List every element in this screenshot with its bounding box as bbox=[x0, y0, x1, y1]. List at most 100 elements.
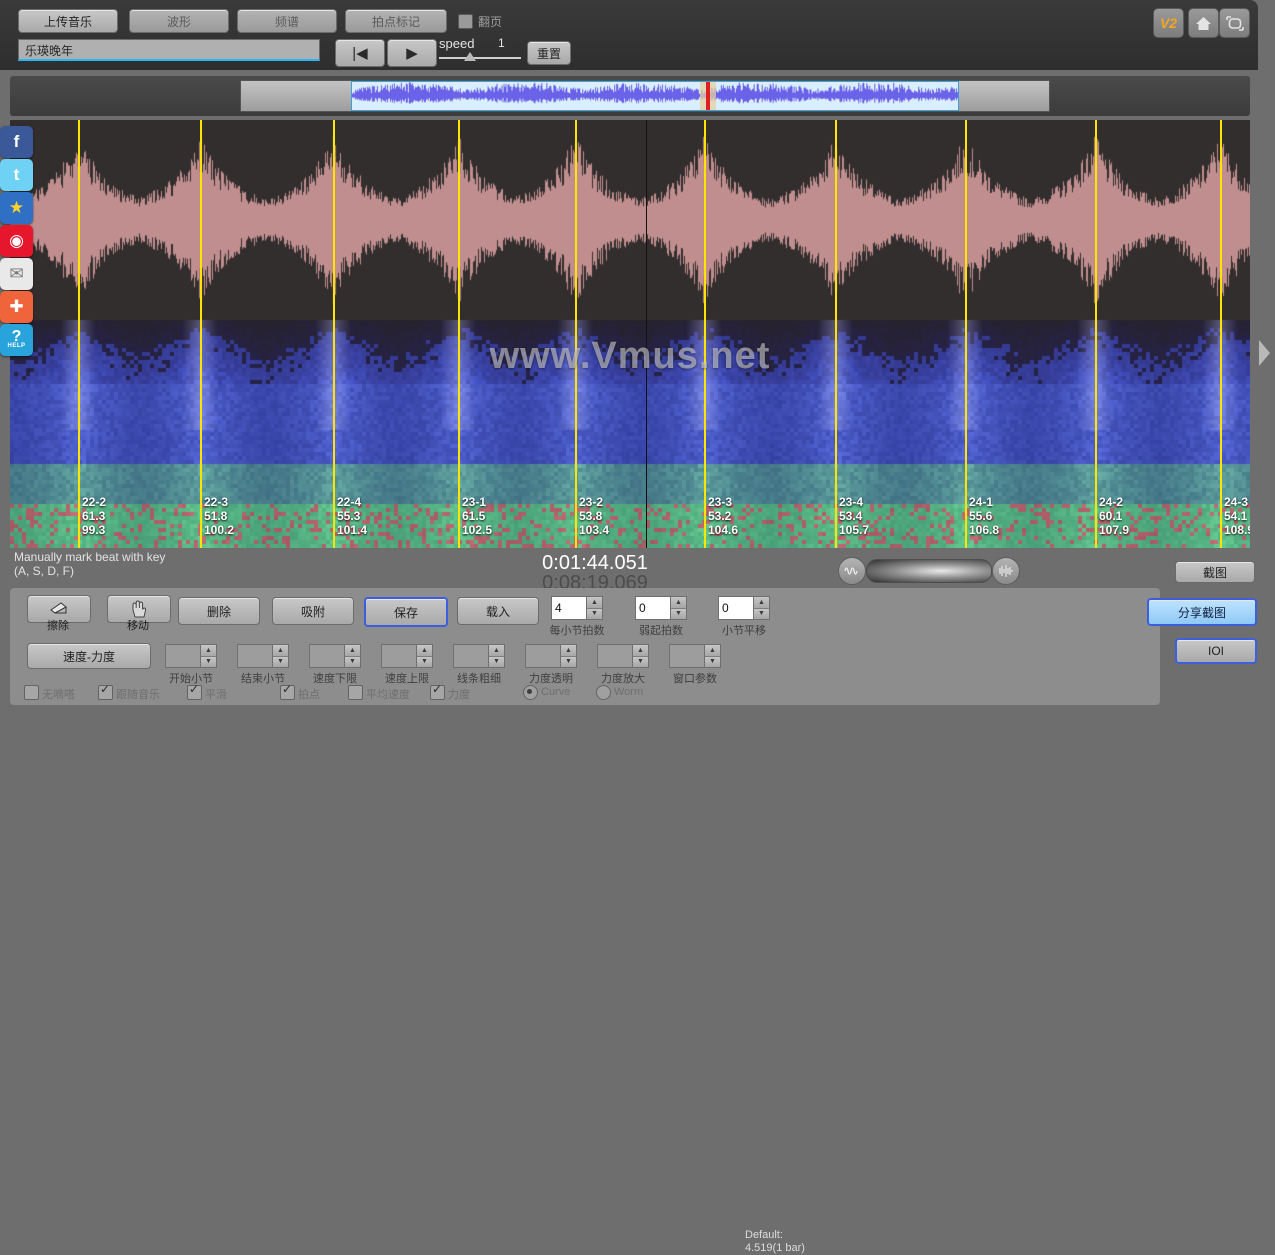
spectrum-button[interactable]: 频谱 bbox=[237, 9, 337, 33]
pickup-beats-value[interactable]: 0 bbox=[635, 596, 670, 620]
beat-line[interactable] bbox=[1220, 120, 1222, 548]
more-share-icon[interactable]: ✚ bbox=[0, 291, 33, 323]
waveform-button[interactable]: 波形 bbox=[129, 9, 229, 33]
line-width-spinner-down[interactable]: ▼ bbox=[489, 656, 504, 667]
snap-button[interactable]: 吸附 bbox=[272, 597, 354, 625]
speed-max-spinner-down[interactable]: ▼ bbox=[417, 656, 432, 667]
average-speed-checkbox[interactable] bbox=[348, 685, 363, 700]
stage-playhead[interactable] bbox=[646, 120, 647, 548]
overview-selection[interactable] bbox=[351, 81, 959, 111]
pickup-beats-spinner[interactable]: 0 ▲ ▼ bbox=[635, 596, 687, 620]
speed-min-spinner[interactable]: ▲ ▼ bbox=[309, 644, 361, 668]
speed-max-spinner[interactable]: ▲ ▼ bbox=[381, 644, 433, 668]
beats-per-bar-down[interactable]: ▼ bbox=[587, 608, 602, 619]
bar-shift-spinner[interactable]: 0 ▲ ▼ bbox=[718, 596, 770, 620]
start-bar-spinner-down[interactable]: ▼ bbox=[201, 656, 216, 667]
velocity-scale-spinner-value[interactable] bbox=[597, 644, 632, 668]
speed-slider-track[interactable] bbox=[439, 57, 521, 59]
load-button[interactable]: 载入 bbox=[457, 597, 539, 625]
window-param-spinner-down[interactable]: ▼ bbox=[705, 656, 720, 667]
line-width-spinner-up[interactable]: ▲ bbox=[489, 645, 504, 657]
pickup-beats-up[interactable]: ▲ bbox=[671, 597, 686, 609]
zoom-slider-track[interactable] bbox=[866, 559, 992, 583]
beat-checkbox[interactable] bbox=[280, 682, 295, 700]
ioi-button[interactable]: IOI bbox=[1175, 638, 1257, 664]
speed-max-spinner-value[interactable] bbox=[381, 644, 416, 668]
end-bar-spinner-value[interactable] bbox=[237, 644, 272, 668]
beat-line[interactable] bbox=[835, 120, 837, 548]
velocity-scale-spinner-down[interactable]: ▼ bbox=[633, 656, 648, 667]
qzone-share-icon[interactable]: ★ bbox=[0, 192, 33, 224]
beat-line[interactable] bbox=[333, 120, 335, 548]
end-bar-spinner[interactable]: ▲ ▼ bbox=[237, 644, 289, 668]
velocity-opacity-spinner-value[interactable] bbox=[525, 644, 560, 668]
version-badge[interactable]: V2 bbox=[1153, 8, 1184, 38]
fullscreen-icon[interactable] bbox=[1219, 8, 1250, 38]
beat-line[interactable] bbox=[200, 120, 202, 548]
start-bar-spinner-value[interactable] bbox=[165, 644, 200, 668]
smooth-checkbox[interactable] bbox=[187, 682, 202, 700]
speed-min-spinner-down[interactable]: ▼ bbox=[345, 656, 360, 667]
beat-line[interactable] bbox=[78, 120, 80, 548]
bar-shift-up[interactable]: ▲ bbox=[754, 597, 769, 609]
speed-velocity-button[interactable]: 速度-力度 bbox=[27, 643, 151, 669]
facebook-share-icon[interactable]: f bbox=[0, 126, 33, 158]
follow-music-checkbox[interactable] bbox=[98, 682, 113, 700]
beat-line[interactable] bbox=[704, 120, 706, 548]
waveform-zoom-out-icon[interactable] bbox=[838, 557, 866, 585]
end-bar-spinner-down[interactable]: ▼ bbox=[273, 656, 288, 667]
beat-line[interactable] bbox=[458, 120, 460, 548]
window-param-spinner[interactable]: ▲ ▼ bbox=[669, 644, 721, 668]
capture-button[interactable]: 截图 bbox=[1175, 561, 1255, 583]
beat-line[interactable] bbox=[1095, 120, 1097, 548]
email-share-icon[interactable]: ✉ bbox=[0, 258, 33, 290]
beat-marking-button[interactable]: 拍点标记 bbox=[345, 9, 447, 33]
page-turn-checkbox[interactable] bbox=[458, 14, 473, 29]
share-capture-button[interactable]: 分享截图 bbox=[1147, 598, 1257, 626]
waveform-zoom-in-icon[interactable] bbox=[992, 557, 1020, 585]
velocity-scale-spinner-up[interactable]: ▲ bbox=[633, 645, 648, 657]
save-button[interactable]: 保存 bbox=[364, 597, 448, 627]
beat-line[interactable] bbox=[575, 120, 577, 548]
song-title-field[interactable]: 乐瑛晚年 bbox=[18, 39, 320, 61]
panel-expand-arrow[interactable] bbox=[1259, 340, 1270, 366]
velocity-checkbox[interactable] bbox=[430, 682, 445, 700]
reset-button[interactable]: 重置 bbox=[527, 41, 571, 65]
speed-min-spinner-value[interactable] bbox=[309, 644, 344, 668]
window-param-spinner-up[interactable]: ▲ bbox=[705, 645, 720, 657]
pickup-beats-down[interactable]: ▼ bbox=[671, 608, 686, 619]
twitter-share-icon[interactable]: t bbox=[0, 159, 33, 191]
overview-playhead[interactable] bbox=[706, 82, 710, 110]
velocity-opacity-spinner-down[interactable]: ▼ bbox=[561, 656, 576, 667]
help-icon[interactable]: ? HELP bbox=[0, 324, 33, 356]
delete-button[interactable]: 删除 bbox=[178, 597, 260, 625]
speed-slider-thumb[interactable] bbox=[464, 52, 476, 61]
end-bar-spinner-up[interactable]: ▲ bbox=[273, 645, 288, 657]
velocity-opacity-spinner[interactable]: ▲ ▼ bbox=[525, 644, 577, 668]
no-tick-checkbox[interactable] bbox=[24, 685, 39, 700]
speed-max-spinner-up[interactable]: ▲ bbox=[417, 645, 432, 657]
weibo-share-icon[interactable]: ◉ bbox=[0, 225, 33, 257]
analysis-stage[interactable]: www.Vmus.net 22-2 61.3 99.3 22-3 51.8 100.2 22… bbox=[10, 120, 1250, 548]
start-bar-spinner[interactable]: ▲ ▼ bbox=[165, 644, 217, 668]
velocity-opacity-spinner-up[interactable]: ▲ bbox=[561, 645, 576, 657]
rewind-button[interactable]: |◀ bbox=[335, 39, 385, 67]
curve-radio[interactable] bbox=[523, 685, 538, 700]
speed-min-spinner-up[interactable]: ▲ bbox=[345, 645, 360, 657]
velocity-scale-spinner[interactable]: ▲ ▼ bbox=[597, 644, 649, 668]
beats-per-bar-up[interactable]: ▲ bbox=[587, 597, 602, 609]
window-param-spinner-value[interactable] bbox=[669, 644, 704, 668]
beat-line[interactable] bbox=[965, 120, 967, 548]
play-button[interactable]: ▶ bbox=[387, 39, 437, 67]
line-width-spinner[interactable]: ▲ ▼ bbox=[453, 644, 505, 668]
bar-shift-value[interactable]: 0 bbox=[718, 596, 753, 620]
worm-radio[interactable] bbox=[596, 685, 611, 700]
overview-track[interactable] bbox=[240, 80, 1050, 112]
beats-per-bar-spinner[interactable]: 4 ▲ ▼ bbox=[551, 596, 603, 620]
line-width-spinner-value[interactable] bbox=[453, 644, 488, 668]
beats-per-bar-value[interactable]: 4 bbox=[551, 596, 586, 620]
home-icon[interactable] bbox=[1188, 8, 1219, 38]
bar-shift-down[interactable]: ▼ bbox=[754, 608, 769, 619]
start-bar-spinner-up[interactable]: ▲ bbox=[201, 645, 216, 657]
upload-music-button[interactable]: 上传音乐 bbox=[18, 9, 118, 33]
